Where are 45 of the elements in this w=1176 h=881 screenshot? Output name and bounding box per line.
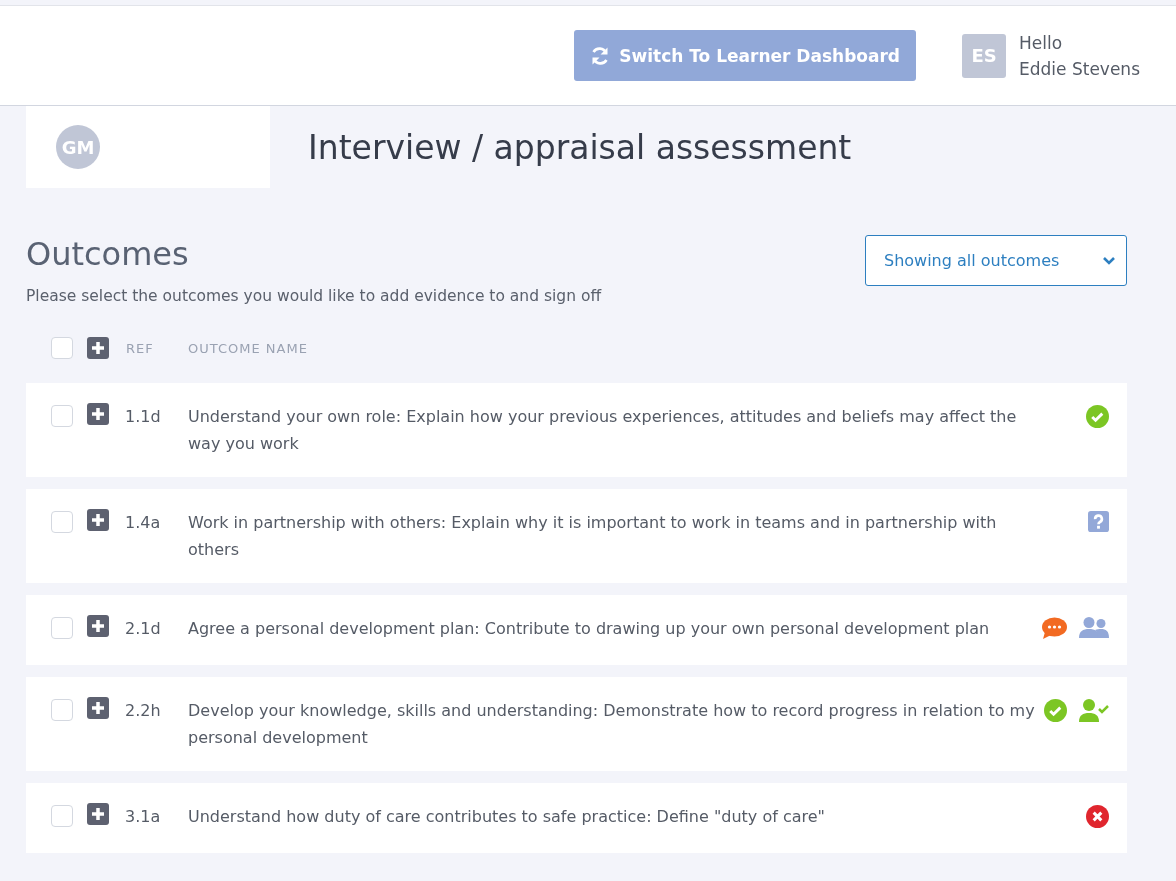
chevron-down-icon [1102, 255, 1116, 266]
row-checkbox[interactable] [51, 617, 73, 639]
users-icon [1079, 617, 1109, 638]
outcome-name: Agree a personal development plan: Contribute to drawing up your own personal development plan [188, 618, 991, 640]
expand-plus-icon[interactable] [87, 403, 109, 425]
expand-plus-icon[interactable] [87, 337, 109, 359]
outcome-ref: 1.4a [125, 512, 162, 534]
row-checkbox[interactable] [51, 405, 73, 427]
expand-plus-icon[interactable] [87, 697, 109, 719]
error-circle-icon [1086, 805, 1109, 828]
select-all-checkbox[interactable] [51, 337, 73, 359]
section-subtitle: Please select the outcomes you would like to add evidence to and sign off [26, 287, 602, 305]
avatar: GM [56, 125, 100, 169]
column-header: OUTCOME NAME [188, 340, 308, 356]
outcome-ref: 3.1a [125, 806, 162, 828]
outcome-ref: 2.1d [125, 618, 162, 640]
section-heading: Outcomes [26, 235, 190, 273]
outcome-card[interactable]: 1.1d Understand your own role: Explain how your previous experiences, attitudes and beliefs may affect the way you work [26, 383, 1127, 477]
check-circle-icon [1086, 405, 1109, 428]
outcome-card[interactable]: 3.1a Understand how duty of care contributes to safe practice: Define "duty of care" [26, 783, 1127, 853]
refresh-icon [590, 45, 611, 66]
row-checkbox[interactable] [51, 805, 73, 827]
user-name: Eddie Stevens [1019, 57, 1140, 81]
expand-plus-icon[interactable] [87, 509, 109, 531]
page-title: Interview / appraisal assessment [308, 127, 852, 167]
outcome-name: Work in partnership with others: Explain why it is important to work in teams and in partnership with others [188, 512, 998, 561]
row-checkbox[interactable] [51, 511, 73, 533]
outcome-name: Understand your own role: Explain how your previous experiences, attitudes and beliefs may affect the way you work [188, 406, 1018, 455]
expand-plus-icon[interactable] [87, 803, 109, 825]
outcome-name: Develop your knowledge, skills and understanding: Demonstrate how to record progress in relation to my personal development [188, 700, 1036, 749]
row-checkbox[interactable] [51, 699, 73, 721]
comment-icon [1042, 617, 1067, 639]
outcome-ref: 1.1d [125, 406, 162, 428]
greeting-text: Hello [1019, 31, 1064, 55]
column-header: REF [126, 340, 155, 356]
filter-dropdown[interactable]: Showing all outcomes [865, 235, 1127, 286]
question-icon [1088, 511, 1109, 532]
outcome-card[interactable]: 2.1d Agree a personal development plan: Contribute to drawing up your own personal development plan [26, 595, 1127, 665]
expand-plus-icon[interactable] [87, 615, 109, 637]
outcome-ref: 2.2h [125, 700, 162, 722]
outcome-card[interactable]: 1.4a Work in partnership with others: Explain why it is important to work in teams and in partnership with others [26, 489, 1127, 583]
check-circle-icon [1044, 699, 1067, 722]
outcome-card[interactable]: 2.2h Develop your knowledge, skills and understanding: Demonstrate how to record progress in relation to my personal development [26, 677, 1127, 771]
outcome-name: Understand how duty of care contributes to safe practice: Define "duty of care" [188, 806, 826, 828]
user-check-icon [1079, 699, 1109, 722]
